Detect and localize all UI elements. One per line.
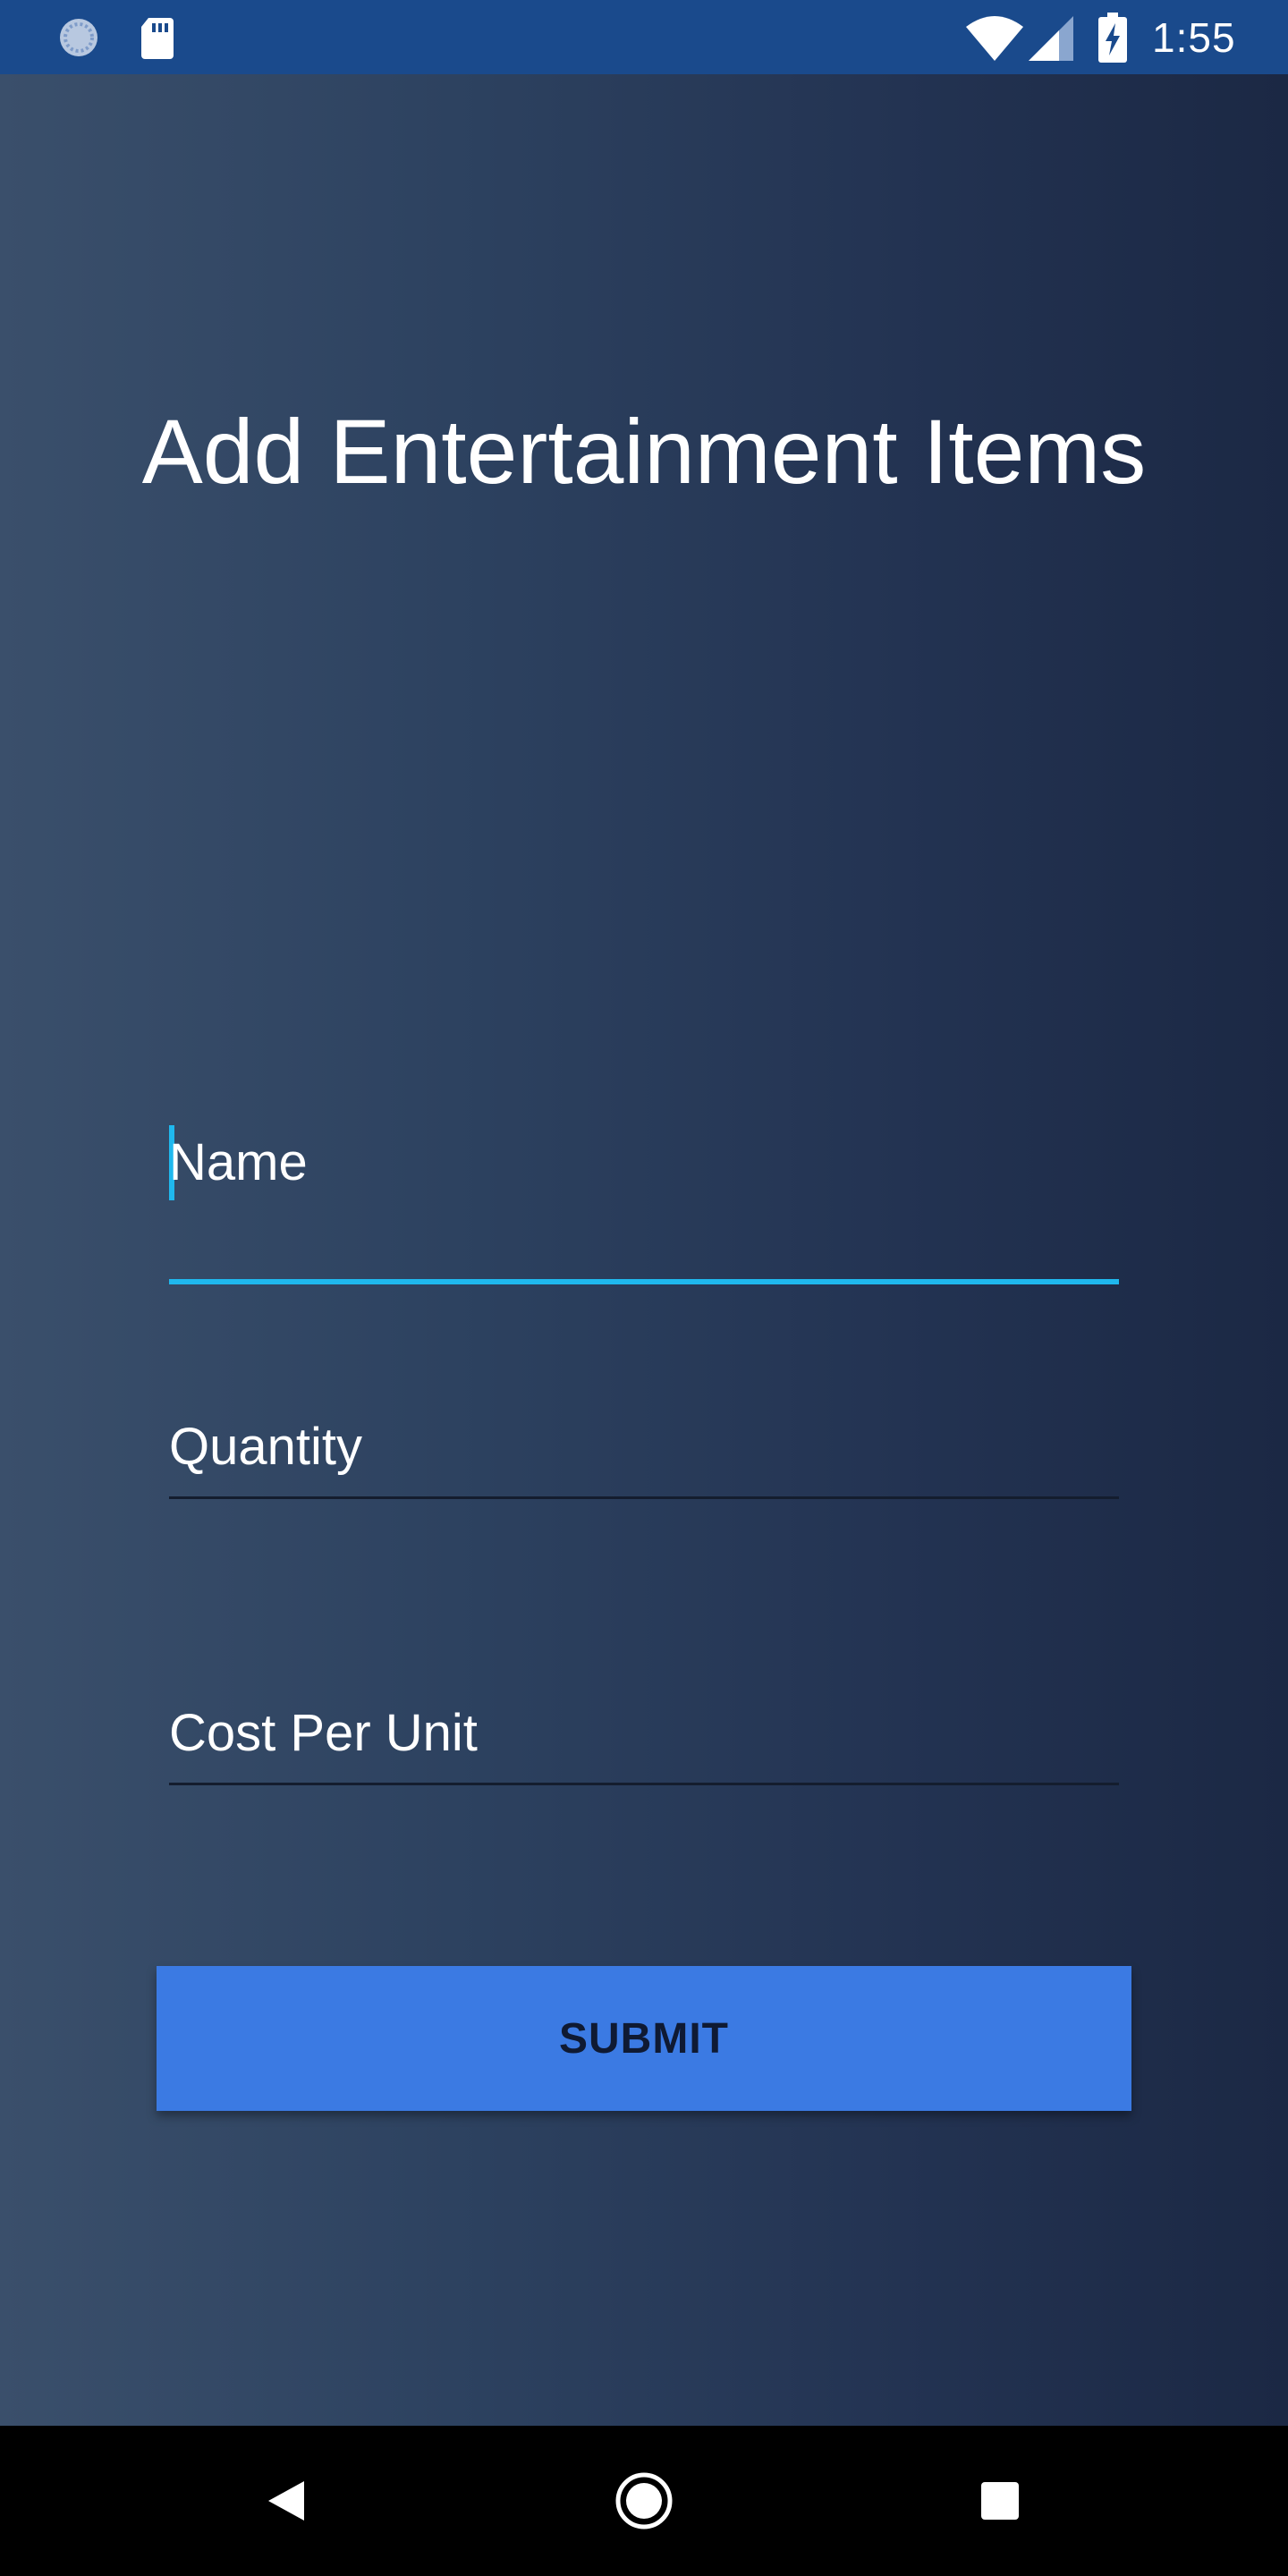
name-field-underline [169,1279,1119,1284]
recents-icon[interactable] [955,2456,1045,2546]
quantity-field[interactable]: Quantity [169,1326,1119,1568]
page-title: Add Entertainment Items [141,401,1147,503]
cost-per-unit-field-label: Cost Per Unit [169,1704,478,1762]
cost-per-unit-field-underline [169,1783,1119,1785]
name-field-label: Name [169,1133,308,1191]
name-field[interactable]: Name [169,1040,1119,1291]
submit-button[interactable]: SUBMIT [157,1966,1131,2111]
sync-icon [57,16,100,59]
back-icon[interactable] [242,2456,331,2546]
main-content: Add Entertainment Items Name Quantity Co… [0,74,1288,2426]
sd-card-icon [136,16,179,59]
wifi-icon [966,14,1023,65]
status-bar: 1:55 [0,0,1288,74]
home-icon[interactable] [599,2456,689,2546]
status-time: 1:55 [1152,14,1236,61]
app-screen: 1:55 Add Entertainment Items Name Quanti… [0,0,1288,2576]
navigation-bar [0,2426,1288,2576]
quantity-field-label: Quantity [169,1418,362,1476]
quantity-field-underline [169,1496,1119,1499]
cell-signal-icon [1029,16,1073,65]
cost-per-unit-field[interactable]: Cost Per Unit [169,1613,1119,1854]
battery-charging-icon [1098,13,1127,67]
